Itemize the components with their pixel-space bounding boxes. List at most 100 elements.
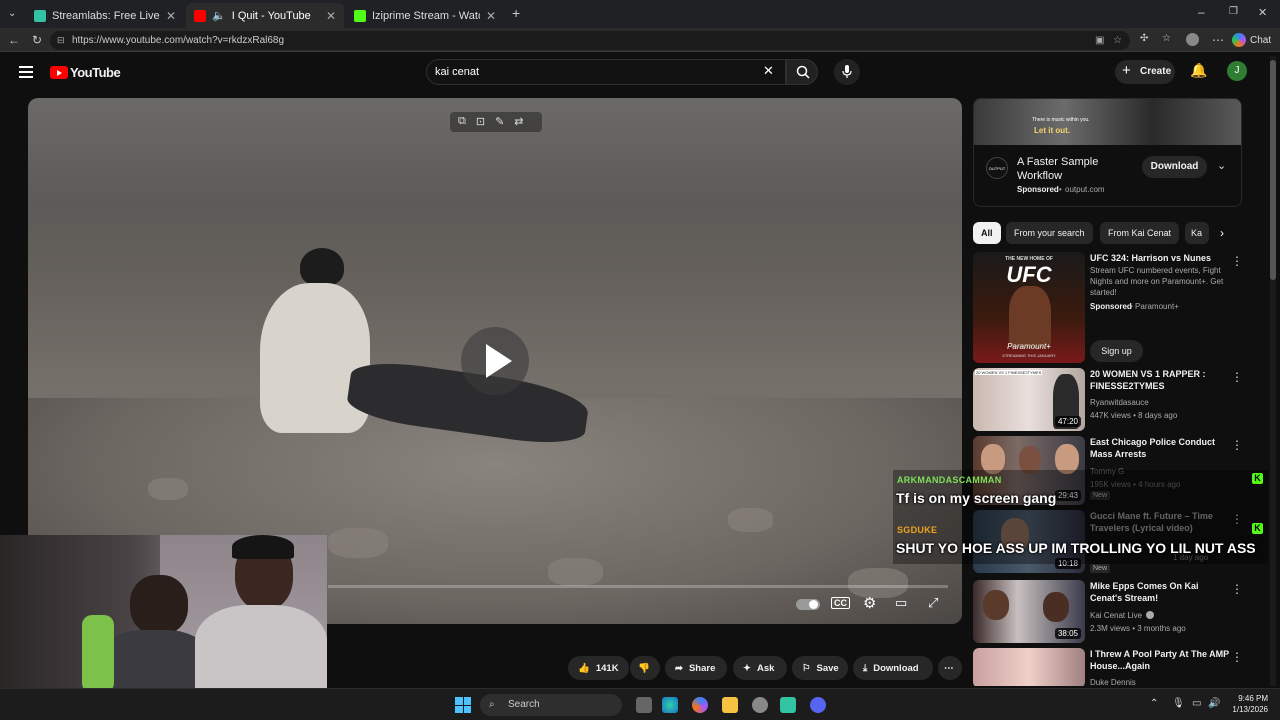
windows-start-icon[interactable] [455,697,471,713]
like-count: 141K [595,662,619,674]
more-actions-button[interactable]: ⋯ [938,656,962,680]
captions-icon[interactable]: CC [831,597,850,609]
search-value: kai cenat [435,66,480,78]
more-vert-icon[interactable]: ⋮ [1231,370,1243,384]
save-button[interactable]: ⚐ Save [792,656,848,680]
search-button[interactable] [786,59,818,85]
play-button[interactable] [461,327,529,395]
chevron-down-icon[interactable]: ⌄ [1217,159,1226,172]
hoodie-logo [230,650,290,674]
sponsored-video-item[interactable]: THE NEW HOME OF UFC Paramount+ STREAMING… [973,252,1258,364]
autoplay-toggle[interactable] [796,599,820,610]
notifications-bell-icon[interactable]: 🔔 [1190,62,1207,79]
tab-kick[interactable]: Iziprime Stream - Watch Live on K ✕ [346,3,504,28]
edge-browser-icon[interactable] [662,697,678,713]
like-button[interactable]: 👍 141K [568,656,629,680]
site-info-icon[interactable]: ⊟ [57,31,65,50]
clock-date: 1/13/2026 [1232,705,1268,714]
more-vert-icon[interactable]: ⋮ [1231,254,1243,268]
clear-search-icon[interactable]: ✕ [763,63,774,79]
file-explorer-icon[interactable] [722,697,738,713]
progress-bar[interactable] [328,585,948,588]
chip-from-kai-cenat[interactable]: From Kai Cenat [1100,222,1180,244]
hamburger-menu-icon[interactable] [19,66,33,78]
close-tab-icon[interactable]: ✕ [486,9,496,23]
chip-all[interactable]: All [973,222,1001,244]
tab-youtube[interactable]: 🔈 I Quit - YouTube ✕ [186,3,344,28]
favorites-icon[interactable]: ☆ [1162,33,1171,44]
microphone-tray-icon[interactable]: 🎙 [1172,698,1185,709]
reader-icon[interactable]: ▣ [1095,31,1104,50]
ad-title: A Faster Sample Workflow [1017,156,1099,182]
taskbar-search-label: Search [508,699,540,710]
edit-icon[interactable]: ✎ [495,115,504,129]
close-window-icon[interactable]: ✕ [1258,6,1267,19]
youtube-logo[interactable]: YouTube [50,65,121,80]
more-vert-icon[interactable]: ⋮ [1231,582,1243,596]
volume-icon[interactable]: 🔊 [1208,698,1220,709]
download-button[interactable]: ⤓ Download [853,656,933,680]
ad-banner-tagline: Let it out. [1034,126,1070,135]
miniplayer-icon[interactable]: ⧉ [458,115,466,129]
dislike-button[interactable]: 👎 [630,656,660,680]
chat-message: Tf is on my screen gang [896,490,1057,506]
scrollbar-thumb[interactable] [1270,60,1276,280]
task-view-icon[interactable] [636,697,652,713]
video-title: East Chicago Police Conduct Mass Arrests [1090,437,1216,459]
close-tab-icon[interactable]: ✕ [326,9,336,23]
ad-download-button[interactable]: Download [1142,156,1207,178]
page-scrollbar[interactable] [1270,56,1276,686]
minimize-icon[interactable]: – [1198,5,1205,19]
extensions-icon[interactable]: ✣ [1140,33,1148,44]
sign-up-button[interactable]: Sign up [1090,340,1143,362]
thumb-ufc-text: UFC [1006,262,1052,287]
video-item[interactable]: 38:05 Mike Epps Comes On Kai Cenat's Str… [973,580,1258,644]
theater-mode-icon[interactable]: ▭ [895,595,907,611]
favorite-star-icon[interactable]: ☆ [1113,31,1122,50]
more-vert-icon[interactable]: ⋮ [1231,650,1243,664]
channel-name: Duke Dennis [1090,678,1136,686]
translate-icon[interactable]: ⇄ [514,115,523,129]
webcam-person-1-head [130,575,188,635]
search-input[interactable]: kai cenat [426,59,786,85]
webcam-overlay [0,535,327,693]
new-tab-icon[interactable]: + [512,5,520,21]
show-hidden-icons-chevron-icon[interactable]: ⌃ [1150,698,1158,709]
taskbar-search[interactable]: ⌕ Search [480,694,622,716]
fullscreen-icon[interactable]: ⤢ [928,595,938,611]
chat-username: SGDUKE [897,525,938,535]
tab-streamlabs[interactable]: Streamlabs: Free Live Streaming & ✕ [26,3,184,28]
voice-search-button[interactable] [834,59,860,85]
discord-icon[interactable] [810,697,826,713]
account-avatar[interactable]: J [1227,61,1247,81]
back-icon[interactable]: ← [8,33,20,47]
profile-avatar[interactable] [1186,33,1199,46]
chips-next-chevron-icon[interactable]: › [1220,226,1224,240]
copilot-taskbar-icon[interactable] [692,697,708,713]
share-button[interactable]: ➦ Share [665,656,727,680]
close-tab-icon[interactable]: ✕ [166,9,176,23]
copilot-icon [1232,33,1246,47]
settings-icon[interactable] [752,697,768,713]
more-vert-icon[interactable]: ⋮ [1231,438,1243,452]
copilot-chat-button[interactable]: Chat [1232,31,1271,49]
video-item[interactable]: I Threw A Pool Party At The AMP House...… [973,648,1258,686]
more-menu-icon[interactable]: ⋯ [1212,33,1224,47]
kick-badge-icon: K [1252,473,1263,484]
ask-button[interactable]: ✦ Ask [733,656,787,680]
url-field[interactable]: ⊟ https://www.youtube.com/watch?v=rkdzxR… [50,31,1130,50]
restore-icon[interactable]: ❐ [1229,6,1238,17]
picture-in-picture-icon[interactable]: ⊡ [476,115,485,129]
settings-gear-icon[interactable]: ⚙ [863,594,876,612]
streamlabs-icon[interactable] [780,697,796,713]
ad-banner-image: There is music within you. Let it out. [974,99,1241,145]
share-label: Share [688,662,716,674]
chip-truncated[interactable]: Ka [1185,222,1209,244]
chip-from-your-search[interactable]: From your search [1006,222,1093,244]
sidebar-ad-card[interactable]: There is music within you. Let it out. O… [973,98,1242,207]
refresh-icon[interactable]: ↻ [32,33,42,47]
speaker-icon[interactable]: 🔈 [212,9,226,22]
network-icon[interactable]: ▭ [1192,698,1201,709]
video-item[interactable]: 20 WOMEN VS 1 FINESSE2TYMES 47:20 20 WOM… [973,368,1258,432]
tab-list-chevron-icon[interactable]: ⌄ [8,8,16,19]
